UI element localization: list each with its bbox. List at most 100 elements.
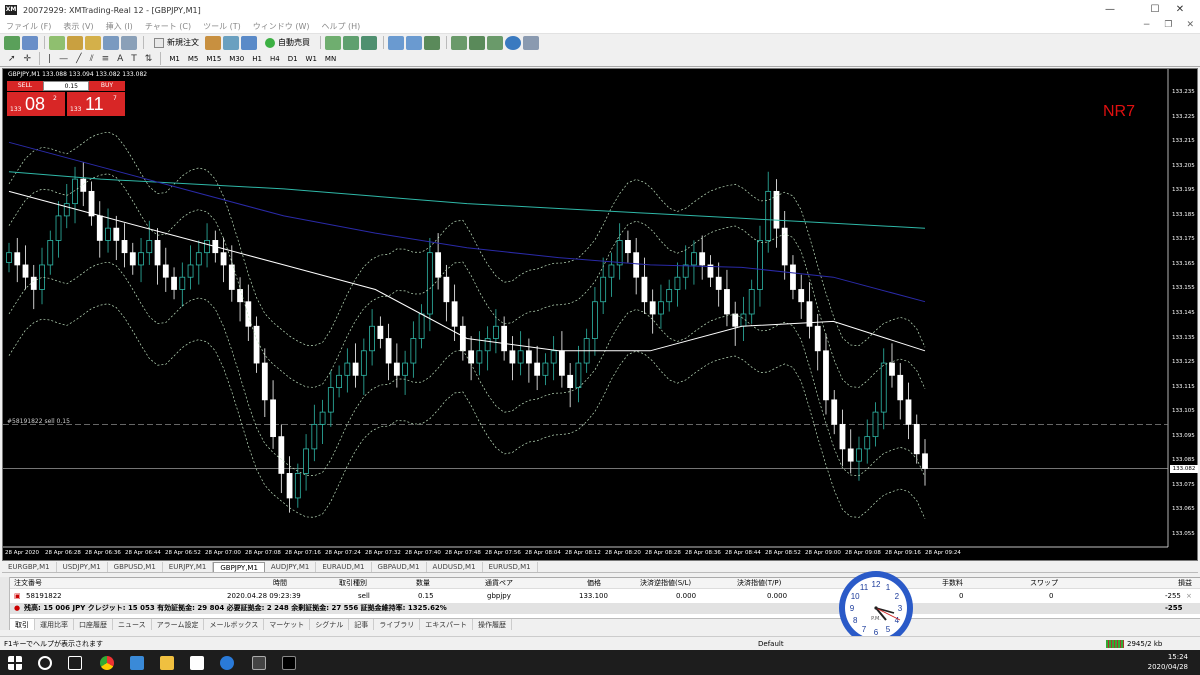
- menu-tools[interactable]: ツール (T): [203, 21, 241, 32]
- profiles-icon[interactable]: [22, 35, 38, 50]
- crosshair-icon[interactable]: ✛: [24, 54, 32, 64]
- chart-tab[interactable]: EURGBP,M1: [2, 562, 57, 572]
- timeframe-m1[interactable]: M1: [169, 55, 180, 63]
- data-window-icon[interactable]: [67, 35, 83, 50]
- terminal-icon[interactable]: [103, 35, 119, 50]
- candlestick-icon[interactable]: [343, 35, 359, 50]
- menu-window[interactable]: ウィンドウ (W): [253, 21, 310, 32]
- indicators-icon[interactable]: [487, 35, 503, 50]
- col-tp[interactable]: 決済指値(T/P): [737, 578, 781, 589]
- menu-insert[interactable]: 挿入 (I): [106, 21, 133, 32]
- cell-tp[interactable]: 0.000: [767, 591, 787, 602]
- menu-help[interactable]: ヘルプ (H): [321, 21, 360, 32]
- col-time[interactable]: 時間: [273, 578, 287, 589]
- price-chart[interactable]: [3, 69, 1197, 560]
- navigator-icon[interactable]: [85, 35, 101, 50]
- chart-tab[interactable]: EURJPY,M1: [163, 562, 214, 572]
- cursor-icon[interactable]: ➚: [8, 54, 16, 64]
- metaeditor-icon[interactable]: [205, 35, 221, 50]
- chart-tab[interactable]: EURAUD,M1: [316, 562, 372, 572]
- timeframe-mn[interactable]: MN: [325, 55, 336, 63]
- file-explorer-icon[interactable]: [160, 656, 174, 670]
- col-profit[interactable]: 損益: [1178, 578, 1192, 589]
- signals-icon[interactable]: [223, 35, 239, 50]
- text-label-icon[interactable]: T: [131, 54, 137, 64]
- search-icon[interactable]: [38, 656, 52, 670]
- timeframe-m5[interactable]: M5: [188, 55, 199, 63]
- mdi-restore-icon[interactable]: ❐: [1164, 20, 1172, 30]
- new-chart-icon[interactable]: [4, 35, 20, 50]
- tester-icon[interactable]: [121, 35, 137, 50]
- terminal-tab[interactable]: エキスパート: [420, 619, 474, 630]
- timeframe-m15[interactable]: M15: [206, 55, 221, 63]
- bar-chart-icon[interactable]: [325, 35, 341, 50]
- col-commission[interactable]: 手数料: [942, 578, 963, 589]
- col-sl[interactable]: 決済逆指値(S/L): [640, 578, 691, 589]
- vertical-line-icon[interactable]: |: [48, 54, 51, 64]
- cell-sl[interactable]: 0.000: [676, 591, 696, 602]
- menu-chart[interactable]: チャート (C): [145, 21, 191, 32]
- mdi-close-icon[interactable]: ✕: [1186, 20, 1194, 30]
- sell-price[interactable]: 133 08 2: [7, 92, 65, 116]
- terminal-tab[interactable]: アラーム設定: [152, 619, 205, 630]
- menu-view[interactable]: 表示 (V): [63, 21, 93, 32]
- windows-start-icon[interactable]: [8, 656, 22, 670]
- timeframe-d1[interactable]: D1: [288, 55, 298, 63]
- chart-tab[interactable]: USDJPY,M1: [57, 562, 108, 572]
- text-icon[interactable]: A: [117, 54, 123, 64]
- timeframe-h4[interactable]: H4: [270, 55, 280, 63]
- buy-button[interactable]: BUY: [89, 81, 125, 91]
- sell-button[interactable]: SELL: [7, 81, 43, 91]
- col-type[interactable]: 取引種別: [339, 578, 367, 589]
- arrows-icon[interactable]: ⇅: [145, 54, 153, 64]
- store-icon[interactable]: [190, 656, 204, 670]
- chrome-icon[interactable]: [100, 656, 114, 670]
- app-icon[interactable]: [252, 656, 266, 670]
- terminal-tab[interactable]: 操作履歴: [473, 619, 513, 630]
- chart-tab[interactable]: GBPUSD,M1: [108, 562, 163, 572]
- tile-windows-icon[interactable]: [424, 35, 440, 50]
- market-icon[interactable]: [241, 35, 257, 50]
- close-order-icon[interactable]: ×: [1186, 591, 1192, 602]
- tray-clock[interactable]: 15:24 2020/04/28: [1148, 652, 1188, 672]
- close-button[interactable]: ✕: [1160, 0, 1200, 20]
- mdi-minimize-icon[interactable]: −: [1143, 20, 1151, 30]
- templates-icon[interactable]: [523, 35, 539, 50]
- periods-icon[interactable]: [505, 35, 521, 50]
- minimize-button[interactable]: —: [1090, 0, 1130, 20]
- terminal-tab[interactable]: 運用比率: [35, 619, 74, 630]
- terminal-tab[interactable]: メールボックス: [204, 619, 265, 630]
- timeframe-w1[interactable]: W1: [306, 55, 317, 63]
- new-order-button[interactable]: 新規注文: [154, 37, 199, 48]
- task-view-icon[interactable]: [68, 656, 82, 670]
- terminal-tab-trade[interactable]: 取引: [10, 619, 35, 630]
- col-price[interactable]: 価格: [587, 578, 601, 589]
- chart-tab[interactable]: AUDUSD,M1: [427, 562, 483, 572]
- timeframe-h1[interactable]: H1: [252, 55, 262, 63]
- connection-status-icon[interactable]: [1106, 640, 1124, 648]
- zoom-in-icon[interactable]: [388, 35, 404, 50]
- line-chart-icon[interactable]: [361, 35, 377, 50]
- market-watch-icon[interactable]: [49, 35, 65, 50]
- table-row[interactable]: ▣ 58191822 2020.04.28 09:23:39 sell 0.15…: [0, 591, 1200, 602]
- col-swap[interactable]: スワップ: [1030, 578, 1058, 589]
- chart-tab[interactable]: GBPAUD,M1: [372, 562, 427, 572]
- equidistant-channel-icon[interactable]: ⫽: [90, 54, 94, 64]
- terminal-tab[interactable]: ライブラリ: [374, 619, 421, 630]
- lot-size-input[interactable]: 0.15: [43, 81, 89, 91]
- chart-tab-active[interactable]: GBPJPY,M1: [213, 562, 265, 572]
- auto-trading-button[interactable]: 自動売買: [265, 37, 310, 48]
- chart-window[interactable]: GBPJPY,M1 133.088 133.094 133.082 133.08…: [2, 68, 1198, 561]
- trendline-icon[interactable]: ╱: [76, 54, 81, 64]
- terminal-tab[interactable]: ニュース: [113, 619, 152, 630]
- fibonacci-icon[interactable]: ≡: [102, 54, 110, 64]
- chart-tab[interactable]: AUDJPY,M1: [265, 562, 317, 572]
- terminal-tab[interactable]: 口座履歴: [74, 619, 113, 630]
- xm-mt4-taskbar-icon[interactable]: [282, 656, 296, 670]
- chart-shift-icon[interactable]: [451, 35, 467, 50]
- edge-icon[interactable]: [220, 656, 234, 670]
- terminal-tab[interactable]: 記事: [349, 619, 375, 630]
- terminal-tab[interactable]: シグナル: [310, 619, 350, 630]
- col-order[interactable]: 注文番号: [14, 578, 42, 589]
- col-volume[interactable]: 数量: [416, 578, 430, 589]
